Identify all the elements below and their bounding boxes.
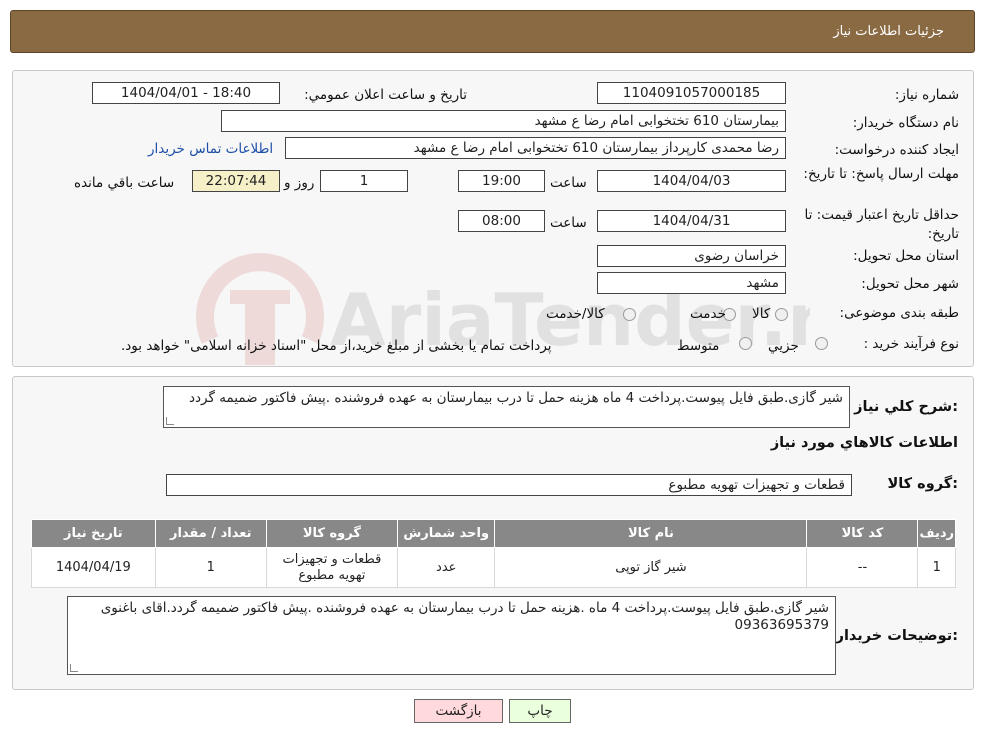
col-row: ردیف: [917, 519, 956, 548]
process-option-minor: جزیي: [768, 338, 799, 354]
table-row: 1 -- شیر گاز توپی عدد قطعات و تجهیزات ته…: [31, 547, 956, 588]
buyer-org-label: نام دستگاه خریدار:: [852, 115, 959, 131]
process-option-medium: متوسط: [677, 338, 720, 354]
cell-group: قطعات و تجهیزات تهویه مطبوع: [265, 547, 398, 588]
cell-qty: 1: [154, 547, 267, 588]
cell-name: شیر گاز توپی: [494, 547, 808, 588]
cell-unit: عدد: [396, 547, 496, 588]
col-unit: واحد شمارش: [396, 519, 496, 548]
goods-info-title: اطلاعات کالاهاي مورد نیاز: [770, 435, 958, 451]
buyer-org-field: بیمارستان 610 تختخوابی امام رضا ع مشهد: [221, 110, 786, 132]
process-note: پرداخت تمام یا بخشی از مبلغ خرید،از محل …: [121, 338, 552, 354]
process-radio-medium[interactable]: [739, 337, 752, 350]
city-label: شهر محل تحویل:: [861, 276, 959, 292]
category-option-goods: کالا: [752, 306, 771, 322]
resize-grip-icon[interactable]: [166, 417, 174, 425]
announce-field: 1404/04/01 - 18:40: [92, 82, 280, 104]
validity-time-label: ساعت: [550, 215, 587, 231]
goods-group-label: گروه کالا:: [887, 476, 958, 492]
validity-time-field: 08:00: [458, 210, 545, 232]
province-field: خراسان رضوی: [597, 245, 786, 267]
remaining-label: ساعت باقي مانده: [74, 175, 175, 191]
cell-code: --: [806, 547, 919, 588]
cell-row: 1: [917, 547, 956, 588]
col-name: نام کالا: [494, 519, 808, 548]
description-label: شرح کلي نیاز:: [854, 399, 958, 415]
col-code: کد کالا: [806, 519, 919, 548]
back-button[interactable]: بازگشت: [414, 699, 503, 723]
need-number-field: 1104091057000185: [597, 82, 786, 104]
province-label: استان محل تحویل:: [853, 248, 959, 264]
col-qty: تعداد / مقدار: [154, 519, 267, 548]
buyer-notes-textarea[interactable]: شیر گازی.طبق فایل پیوست.پرداخت 4 ماه .هز…: [67, 596, 836, 675]
remaining-time-field: 22:07:44: [192, 170, 280, 192]
category-radio-goods-service[interactable]: [623, 308, 636, 321]
description-textarea[interactable]: شیر گازی.طبق فایل پیوست.پرداخت 4 ماه هزی…: [163, 386, 850, 428]
category-label: طبقه بندی موضوعی:: [839, 305, 959, 321]
deadline-label: مهلت ارسال پاسخ: تا تاریخ:: [803, 166, 959, 182]
goods-group-field: قطعات و تجهیزات تهویه مطبوع: [166, 474, 852, 496]
validity-date-field: 1404/04/31: [597, 210, 786, 232]
page-title: جزئیات اطلاعات نیاز: [833, 24, 944, 39]
print-button[interactable]: چاپ: [509, 699, 571, 723]
category-option-goods-service: کالا/خدمت: [546, 306, 605, 322]
goods-table-header: ردیف کد کالا نام کالا واحد شمارش گروه کا…: [31, 519, 956, 548]
category-radio-goods[interactable]: [775, 308, 788, 321]
col-group: گروه کالا: [265, 519, 398, 548]
page-header: جزئیات اطلاعات نیاز: [10, 10, 975, 53]
creator-label: ایجاد کننده درخواست:: [834, 142, 959, 158]
category-option-service: خدمت: [690, 306, 726, 322]
cell-date: 1404/04/19: [31, 547, 156, 588]
days-label: روز و: [284, 175, 315, 191]
buyer-contact-link[interactable]: اطلاعات تماس خریدار: [148, 141, 273, 157]
days-field: 1: [320, 170, 408, 192]
deadline-date-field: 1404/04/03: [597, 170, 786, 192]
deadline-time-field: 19:00: [458, 170, 545, 192]
goods-table: ردیف کد کالا نام کالا واحد شمارش گروه کا…: [31, 519, 956, 588]
creator-field: رضا محمدی کارپرداز بیمارستان 610 تختخواب…: [285, 137, 786, 159]
col-date: تاریخ نیاز: [31, 519, 156, 548]
deadline-time-label: ساعت: [550, 175, 587, 191]
process-label: نوع فرآیند خرید :: [863, 336, 959, 352]
process-radio-minor[interactable]: [815, 337, 828, 350]
validity-label: حداقل تاریخ اعتبار قیمت: تا تاریخ:: [804, 207, 959, 242]
need-number-label: شماره نیاز:: [894, 87, 959, 103]
announce-label: تاریخ و ساعت اعلان عمومي:: [304, 87, 467, 103]
buyer-notes-label: توضیحات خریدار:: [835, 628, 958, 644]
resize-grip-icon[interactable]: [70, 664, 78, 672]
city-field: مشهد: [597, 272, 786, 294]
